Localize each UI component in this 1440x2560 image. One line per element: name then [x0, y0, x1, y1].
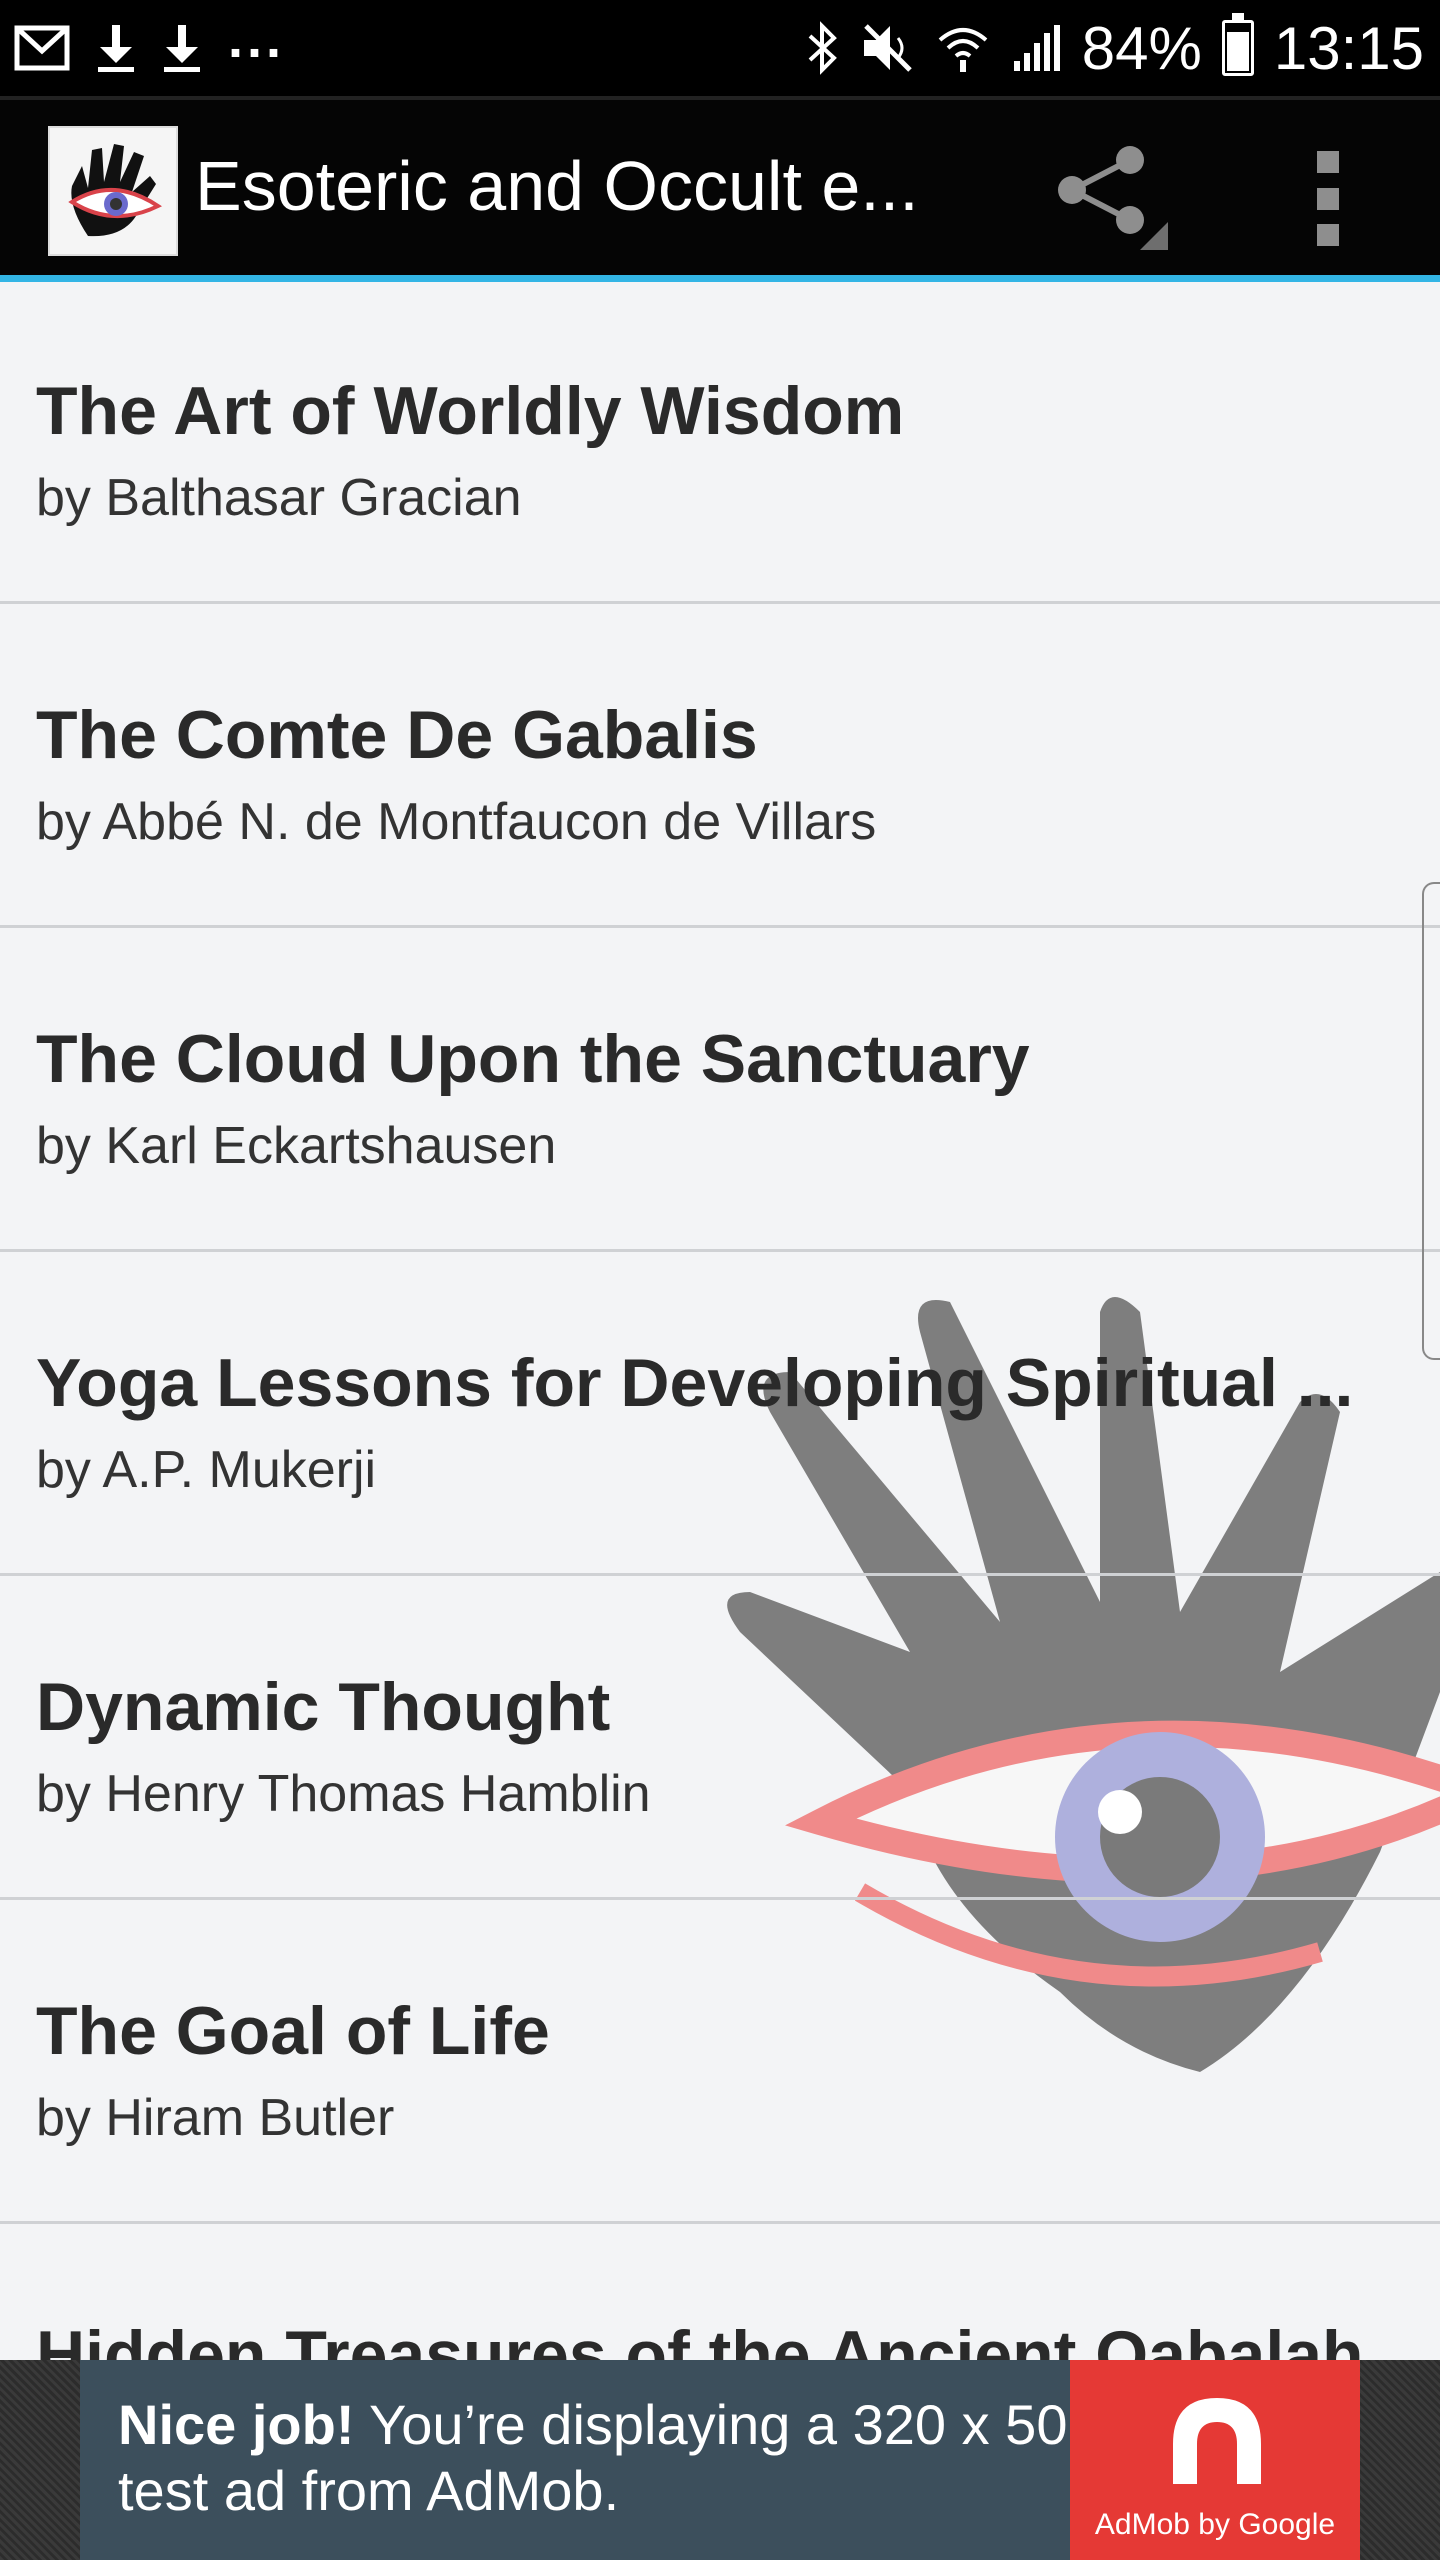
admob-caption: AdMob by Google: [1094, 2508, 1336, 2541]
list-item[interactable]: The Comte De Gabalis by Abbé N. de Montf…: [0, 606, 1440, 928]
list-item[interactable]: The Art of Worldly Wisdom by Balthasar G…: [0, 282, 1440, 604]
list-item[interactable]: Hidden Treasures of the Ancient Qabalah: [0, 2226, 1440, 2360]
wifi-icon: [938, 28, 988, 72]
status-bar: ... 84% 13:15: [0, 0, 1440, 96]
app-title: Esoteric and Occult e...: [195, 147, 919, 225]
ad-container: Nice job! You’re displaying a 320 x 50 t…: [0, 2360, 1440, 2560]
notification-overflow: ...: [228, 9, 286, 69]
list-item[interactable]: Dynamic Thought by Henry Thomas Hamblin: [0, 1578, 1440, 1900]
admob-logo: AdMob by Google: [1070, 2360, 1360, 2560]
book-title: Dynamic Thought: [36, 1669, 611, 1745]
book-author: by Karl Eckartshausen: [36, 1117, 557, 1175]
battery-icon: [1221, 13, 1254, 76]
book-title: The Goal of Life: [36, 1993, 550, 2069]
download-icon: [164, 25, 200, 72]
book-title: The Art of Worldly Wisdom: [36, 373, 905, 449]
download-icon: [98, 25, 134, 72]
share-icon[interactable]: [1050, 142, 1170, 252]
signal-icon: [1013, 25, 1060, 71]
book-title: Yoga Lessons for Developing Spiritual ..…: [36, 1345, 1354, 1421]
battery-percent: 84%: [1081, 14, 1202, 82]
list-item[interactable]: Yoga Lessons for Developing Spiritual ..…: [0, 1254, 1440, 1576]
book-author: by Balthasar Gracian: [36, 469, 522, 527]
gmail-icon: [14, 25, 70, 71]
book-title: The Cloud Upon the Sanctuary: [36, 1021, 1030, 1097]
book-author: by Henry Thomas Hamblin: [36, 1765, 651, 1823]
list-item[interactable]: The Goal of Life by Hiram Butler: [0, 1902, 1440, 2224]
overflow-menu-icon[interactable]: [1310, 151, 1346, 246]
ad-headline: Nice job!: [118, 2393, 355, 2456]
book-title: The Comte De Gabalis: [36, 697, 758, 773]
scrollbar[interactable]: [1422, 882, 1440, 1360]
book-list: The Art of Worldly Wisdom by Balthasar G…: [0, 282, 1440, 2360]
admob-logo-icon: [1173, 2398, 1261, 2484]
mute-icon: [863, 24, 912, 72]
book-author: by Hiram Butler: [36, 2089, 395, 2147]
clock: 13:15: [1273, 14, 1424, 82]
ad-text: Nice job! You’re displaying a 320 x 50 t…: [80, 2360, 1070, 2560]
book-title: Hidden Treasures of the Ancient Qabalah: [36, 2317, 1364, 2360]
ad-banner[interactable]: Nice job! You’re displaying a 320 x 50 t…: [80, 2360, 1360, 2560]
bluetooth-icon: [808, 21, 837, 75]
book-author: by A.P. Mukerji: [36, 1441, 377, 1499]
book-author: by Abbé N. de Montfaucon de Villars: [36, 793, 877, 851]
list-item[interactable]: The Cloud Upon the Sanctuary by Karl Eck…: [0, 930, 1440, 1252]
app-bar: Esoteric and Occult e...: [0, 96, 1440, 282]
app-logo-icon[interactable]: [48, 126, 178, 256]
